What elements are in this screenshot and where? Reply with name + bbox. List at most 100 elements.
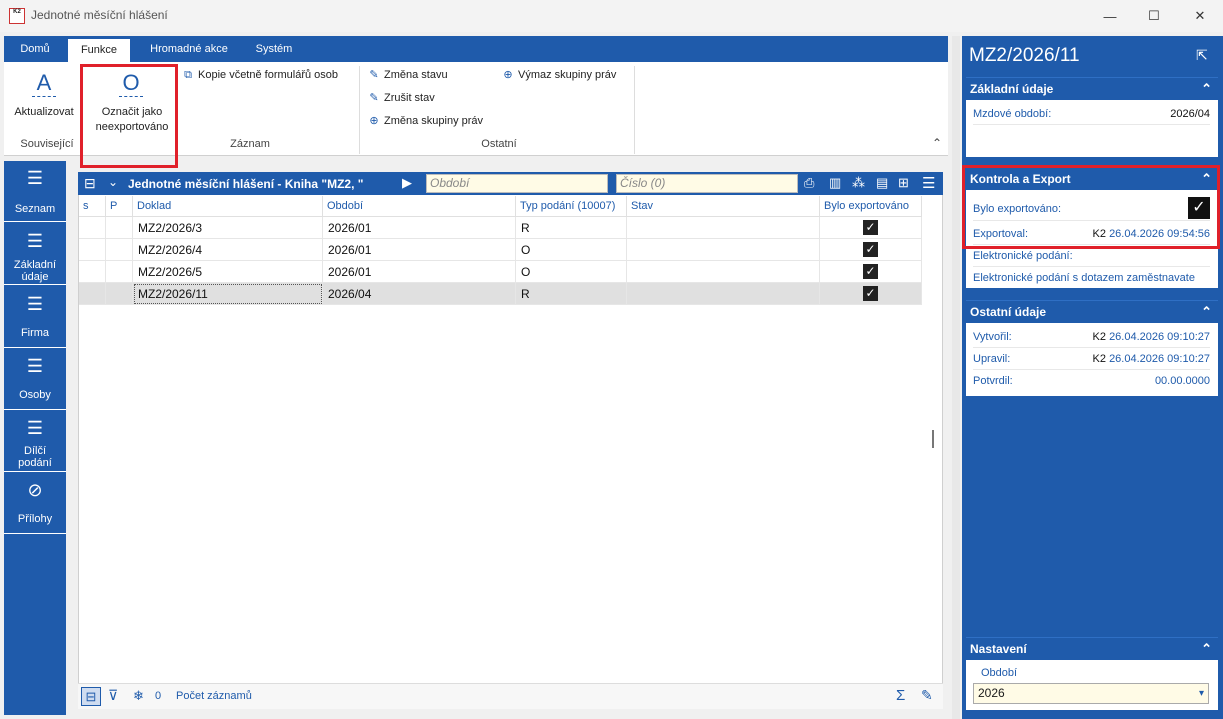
cell-obdobi: 2026/01	[323, 261, 516, 283]
col-header-s[interactable]: s	[79, 196, 106, 217]
number-filter-input[interactable]: Číslo (0)	[616, 174, 798, 193]
grid-footer: ⊟ ⊽ ❄ 0 Počet záznamů Σ ✎	[78, 683, 943, 709]
cell-doklad: MZ2/2026/3	[133, 217, 323, 239]
cell-stav	[627, 283, 820, 305]
record-count-button[interactable]: Počet záznamů	[176, 690, 252, 702]
scrollbar-thumb[interactable]	[932, 430, 934, 448]
nav-item-osoby[interactable]: ☰ Osoby	[4, 349, 66, 410]
chevron-up-icon[interactable]: ⌃	[1201, 78, 1212, 100]
chevron-up-icon[interactable]: ⌃	[1201, 638, 1212, 660]
splitter[interactable]	[952, 36, 960, 719]
highlight-mark-button	[80, 64, 178, 168]
cell-stav	[627, 239, 820, 261]
cell-typ: O	[516, 261, 627, 283]
cell-typ: O	[516, 239, 627, 261]
snowflake-icon[interactable]: ❄	[133, 688, 144, 704]
setting-period-label: Období	[981, 667, 1018, 679]
nav-item-seznam[interactable]: ☰ Seznam	[4, 161, 66, 222]
exported-checkbox: ✓	[863, 220, 878, 235]
highlight-kontrola-export	[962, 165, 1220, 249]
chevron-down-icon[interactable]: ▾	[1199, 684, 1204, 703]
field-value: 2026/04	[1170, 108, 1210, 120]
maximize-button[interactable]: ☐	[1131, 0, 1177, 32]
field-label: Potvrdil:	[973, 375, 1013, 387]
close-button[interactable]: ✕	[1177, 0, 1223, 32]
menu-icon[interactable]: ☰	[922, 174, 935, 192]
group-icon[interactable]: ⁂	[852, 175, 865, 191]
cell-p	[106, 261, 133, 283]
change-state-button[interactable]: ✎ Změna stavu	[368, 69, 448, 81]
field-potvrdil: Potvrdil: 00.00.0000	[973, 370, 1210, 392]
field-vytvoril: Vytvořil: K2 26.04.2026 09:10:27	[973, 326, 1210, 348]
col-header-bylo-exportovano[interactable]: Bylo exportováno	[820, 196, 922, 217]
list-icon: ☰	[26, 356, 44, 376]
col-header-doklad[interactable]: Doklad	[133, 196, 323, 217]
cell-stav	[627, 217, 820, 239]
setting-period-select[interactable]: 2026 ▾	[973, 683, 1209, 704]
chevron-down-icon[interactable]: ⌄	[108, 175, 118, 189]
edit-state-icon: ✎	[369, 69, 379, 81]
edit-icon[interactable]: ✎	[921, 687, 933, 704]
minimize-button[interactable]: —	[1087, 0, 1133, 32]
col-header-stav[interactable]: Stav	[627, 196, 820, 217]
section-zakladni-udaje-header[interactable]: Základní údaje ⌃	[966, 77, 1218, 99]
book-icon[interactable]: ⊟	[84, 175, 96, 192]
cell-s	[79, 261, 106, 283]
select-value: 2026	[978, 686, 1005, 700]
rights-group-delete-icon: ⊕	[503, 69, 513, 81]
col-header-obdobi[interactable]: Období	[323, 196, 516, 217]
exported-checkbox: ✓	[863, 242, 878, 257]
section-ostatni-udaje-header[interactable]: Ostatní údaje ⌃	[966, 300, 1218, 322]
col-header-typ-podani[interactable]: Typ podání (10007)	[516, 196, 627, 217]
field-value: K2 26.04.2026 09:10:27	[1093, 326, 1210, 348]
nav-label: podání	[18, 457, 52, 469]
nav-item-dilci-podani[interactable]: ☰ Dílčí podání	[4, 411, 66, 472]
list-icon: ☰	[26, 231, 44, 251]
tab-domu[interactable]: Domů	[4, 36, 66, 62]
book-icon[interactable]: ⊟	[81, 687, 101, 706]
sum-icon[interactable]: Σ	[896, 687, 905, 704]
section-title: Základní údaje	[970, 82, 1054, 96]
field-label: Upravil:	[973, 353, 1011, 365]
copy-with-forms-button[interactable]: ⧉ Kopie včetně formulářů osob	[182, 69, 338, 81]
cell-doklad: MZ2/2026/11	[133, 283, 323, 305]
columns-icon[interactable]: ▤	[876, 175, 888, 191]
cell-s	[79, 239, 106, 261]
paperclip-icon: ⊘	[27, 480, 43, 500]
delete-rights-group-button[interactable]: ⊕ Výmaz skupiny práv	[502, 69, 616, 81]
chevron-up-icon[interactable]: ⌃	[1201, 301, 1212, 323]
tab-funkce[interactable]: Funkce	[68, 39, 130, 62]
cell-s	[79, 283, 106, 305]
popout-icon[interactable]: ⇱	[1196, 47, 1208, 64]
group-zaznam-label: Záznam	[230, 138, 270, 150]
tab-system[interactable]: Systém	[244, 36, 304, 62]
change-state-label: Změna stavu	[384, 69, 448, 81]
nav-item-firma[interactable]: ☰ Firma	[4, 287, 66, 348]
cancel-state-button[interactable]: ✎ Zrušit stav	[368, 92, 434, 104]
record-title: MZ2/2026/11	[969, 45, 1080, 66]
change-rights-group-label: Změna skupiny práv	[384, 115, 484, 127]
change-rights-group-button[interactable]: ⊕ Změna skupiny práv	[368, 115, 483, 127]
col-header-p[interactable]: P	[106, 196, 133, 217]
print-icon[interactable]: ⎙	[804, 175, 814, 191]
tab-hromadne-akce[interactable]: Hromadné akce	[134, 36, 244, 62]
group-divider	[359, 66, 360, 154]
nav-item-prilohy[interactable]: ⊘ Přílohy	[4, 473, 66, 534]
filter-icon[interactable]: ⊽	[108, 687, 118, 704]
chart-icon[interactable]: ▥	[829, 175, 841, 191]
nav-item-zakladni-udaje[interactable]: ☰ Základní údaje	[4, 224, 66, 285]
cell-p	[106, 239, 133, 261]
ribbon-collapse-icon[interactable]: ⌃	[932, 136, 942, 150]
copy-with-forms-label: Kopie včetně formulářů osob	[198, 69, 339, 81]
list-icon: ☰	[26, 418, 44, 438]
ribbon-tabbar: Domů Funkce Hromadné akce Systém	[4, 36, 948, 62]
nav-label: Základní	[13, 259, 57, 271]
field-value: K2 26.04.2026 09:10:27	[1093, 348, 1210, 370]
play-icon[interactable]: ▶	[402, 175, 412, 191]
period-filter-input[interactable]: Období	[426, 174, 608, 193]
section-nastaveni-header[interactable]: Nastavení ⌃	[966, 637, 1218, 659]
cell-doklad: MZ2/2026/5	[133, 261, 323, 283]
field-value: 00.00.0000	[1154, 375, 1210, 387]
export-icon[interactable]: ⊞	[898, 175, 909, 191]
cell-doklad: MZ2/2026/4	[133, 239, 323, 261]
